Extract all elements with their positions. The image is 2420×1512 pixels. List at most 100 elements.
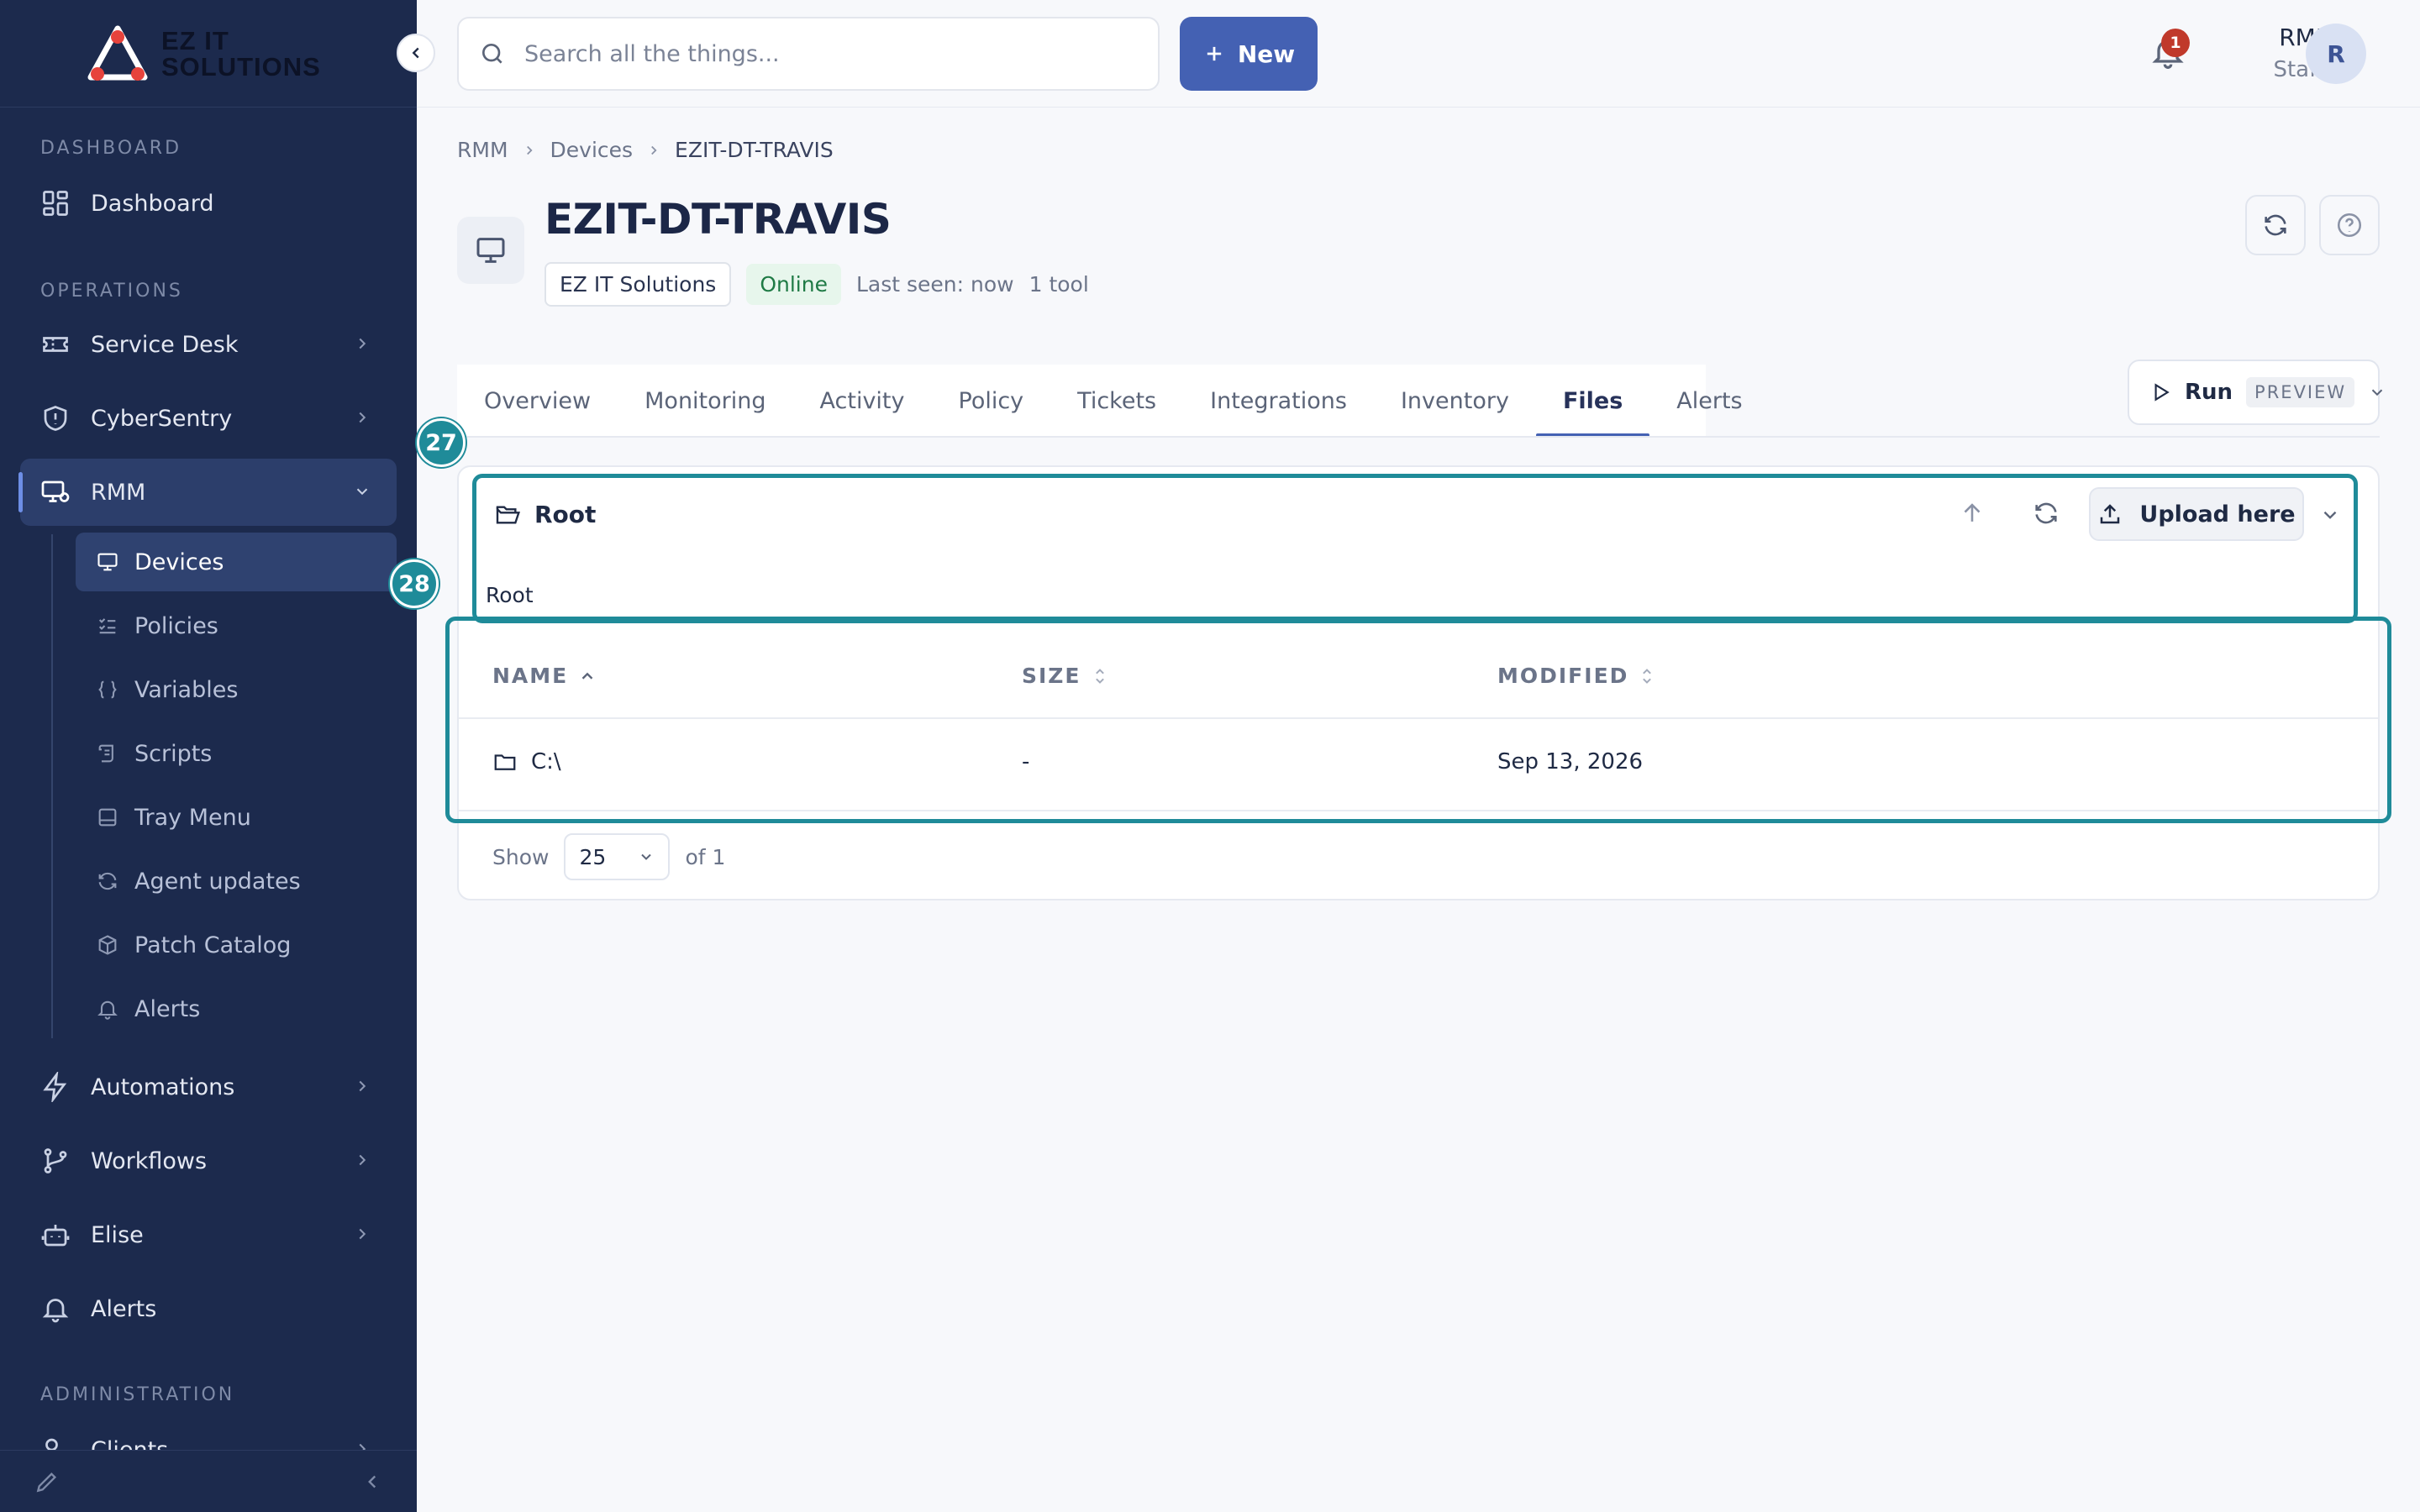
notification-count-badge: 1 xyxy=(2161,29,2190,57)
chevron-right-icon xyxy=(353,1077,371,1095)
tab-overview[interactable]: Overview xyxy=(457,365,618,437)
section-operations: OPERATIONS xyxy=(40,281,183,302)
brand[interactable]: EZ IT SOLUTIONS xyxy=(0,0,417,108)
avatar[interactable]: R xyxy=(2306,24,2366,84)
braces-icon xyxy=(96,678,119,701)
last-seen-text: Last seen: now xyxy=(855,272,1014,297)
sidebar-subitem-label: Patch Catalog xyxy=(134,932,292,958)
grid-icon xyxy=(40,188,71,218)
monitor-icon xyxy=(474,234,508,267)
sidebar-item-label: Alerts xyxy=(91,1295,157,1322)
sidebar: EZ IT SOLUTIONS DASHBOARD Dashboard OPER… xyxy=(0,0,417,1512)
sidebar-item-dashboard[interactable]: Dashboard xyxy=(20,170,397,237)
step-marker-27[interactable]: 27 xyxy=(417,418,466,467)
chevron-down-icon xyxy=(353,482,371,501)
column-header-modified[interactable]: MODIFIED xyxy=(1497,664,1655,688)
chevron-down-icon[interactable] xyxy=(2368,383,2386,402)
section-administration: ADMINISTRATION xyxy=(40,1384,235,1405)
new-button-label: New xyxy=(1237,39,1296,68)
sidebar-item-cybersentry[interactable]: CyberSentry xyxy=(20,385,397,452)
column-header-size[interactable]: SIZE xyxy=(1022,664,1108,688)
folder-open-icon xyxy=(494,501,521,528)
sidebar-item-automations[interactable]: Automations xyxy=(20,1053,397,1121)
refresh-device-button[interactable] xyxy=(2245,195,2306,255)
tab-files[interactable]: Files xyxy=(1535,365,1650,437)
new-button[interactable]: New xyxy=(1180,17,1318,91)
chevron-right-icon xyxy=(353,1151,371,1169)
search-input[interactable] xyxy=(524,40,1146,67)
tab-tickets[interactable]: Tickets xyxy=(1050,365,1183,437)
refresh-icon[interactable] xyxy=(2032,499,2060,528)
sidebar-subitem-variables[interactable]: Variables xyxy=(76,660,397,719)
sidebar-subitem-policies[interactable]: Policies xyxy=(76,596,397,655)
refresh-icon xyxy=(96,869,119,893)
pencil-icon[interactable] xyxy=(34,1468,60,1495)
sidebar-subitem-alerts[interactable]: Alerts xyxy=(76,979,397,1038)
brand-line-2: SOLUTIONS xyxy=(161,51,321,81)
sidebar-item-elise[interactable]: Elise xyxy=(20,1201,397,1268)
organization-badge[interactable]: EZ IT Solutions xyxy=(544,262,732,307)
help-button[interactable] xyxy=(2319,195,2380,255)
table-row[interactable]: C:\ xyxy=(492,749,561,774)
sidebar-subitem-scripts[interactable]: Scripts xyxy=(76,724,397,783)
arrow-up-icon[interactable] xyxy=(1958,499,1986,528)
path-breadcrumb-root[interactable]: Root xyxy=(486,583,534,607)
breadcrumb-rmm[interactable]: RMM xyxy=(457,138,508,162)
refresh-icon xyxy=(2261,211,2290,239)
chevron-right-icon xyxy=(353,408,371,427)
sidebar-subitem-label: Variables xyxy=(134,676,239,703)
chevron-left-icon xyxy=(407,44,425,62)
package-icon xyxy=(96,933,119,957)
column-header-label: MODIFIED xyxy=(1497,664,1629,688)
tab-alerts[interactable]: Alerts xyxy=(1649,365,1769,437)
chevron-down-icon[interactable] xyxy=(2319,504,2341,526)
tray-icon xyxy=(96,806,119,829)
page-title: EZIT-DT-TRAVIS xyxy=(544,195,892,244)
row-size: - xyxy=(1022,749,1030,774)
sidebar-item-service-desk[interactable]: Service Desk xyxy=(20,311,397,378)
upload-here-button[interactable]: Upload here xyxy=(2089,487,2304,541)
tab-integrations[interactable]: Integrations xyxy=(1183,365,1374,437)
sidebar-item-label: Elise xyxy=(91,1221,144,1248)
sidebar-subitem-label: Agent updates xyxy=(134,868,301,895)
tab-policy[interactable]: Policy xyxy=(932,365,1051,437)
checklist-icon xyxy=(96,614,119,638)
sidebar-subitem-devices[interactable]: Devices xyxy=(76,533,397,591)
row-divider xyxy=(459,810,2378,811)
branch-icon xyxy=(40,1146,71,1176)
collapse-sidebar-icon[interactable] xyxy=(361,1471,383,1493)
sidebar-item-label: Service Desk xyxy=(91,331,239,358)
breadcrumb-devices[interactable]: Devices xyxy=(550,138,634,162)
step-marker-28[interactable]: 28 xyxy=(390,559,439,608)
sort-icon xyxy=(1092,665,1108,687)
chevron-right-icon xyxy=(522,143,537,158)
sidebar-item-rmm[interactable]: RMM xyxy=(18,459,397,526)
shield-icon xyxy=(40,403,71,433)
tab-monitoring[interactable]: Monitoring xyxy=(618,365,792,437)
sidebar-subitem-agent-updates[interactable]: Agent updates xyxy=(76,852,397,911)
sidebar-item-label: CyberSentry xyxy=(91,405,233,432)
sidebar-footer xyxy=(0,1450,417,1512)
page-size-select[interactable]: 25 xyxy=(564,833,671,880)
tabs-divider xyxy=(457,436,2380,438)
sidebar-subitem-patch-catalog[interactable]: Patch Catalog xyxy=(76,916,397,974)
row-modified: Sep 13, 2026 xyxy=(1497,749,1644,774)
sidebar-subitem-label: Alerts xyxy=(134,995,201,1022)
pager-total-label: of 1 xyxy=(685,844,726,869)
sidebar-subitem-tray-menu[interactable]: Tray Menu xyxy=(76,788,397,847)
sidebar-item-alerts[interactable]: Alerts xyxy=(20,1275,397,1342)
run-button[interactable]: Run PREVIEW xyxy=(2128,360,2383,425)
row-name: C:\ xyxy=(531,749,561,774)
brand-name: EZ IT SOLUTIONS xyxy=(161,28,321,80)
search-box[interactable] xyxy=(457,17,1160,91)
sidebar-item-workflows[interactable]: Workflows xyxy=(20,1127,397,1194)
tab-inventory[interactable]: Inventory xyxy=(1374,365,1536,437)
run-button-label: Run xyxy=(2185,380,2233,405)
tab-activity[interactable]: Activity xyxy=(793,365,932,437)
column-header-name[interactable]: NAME xyxy=(492,664,597,688)
section-dashboard: DASHBOARD xyxy=(40,138,182,159)
sidebar-toggle-button[interactable] xyxy=(397,34,435,72)
bell-icon xyxy=(96,997,119,1021)
sidebar-subitem-label: Policies xyxy=(134,612,218,639)
sidebar-subitem-label: Tray Menu xyxy=(134,804,251,831)
